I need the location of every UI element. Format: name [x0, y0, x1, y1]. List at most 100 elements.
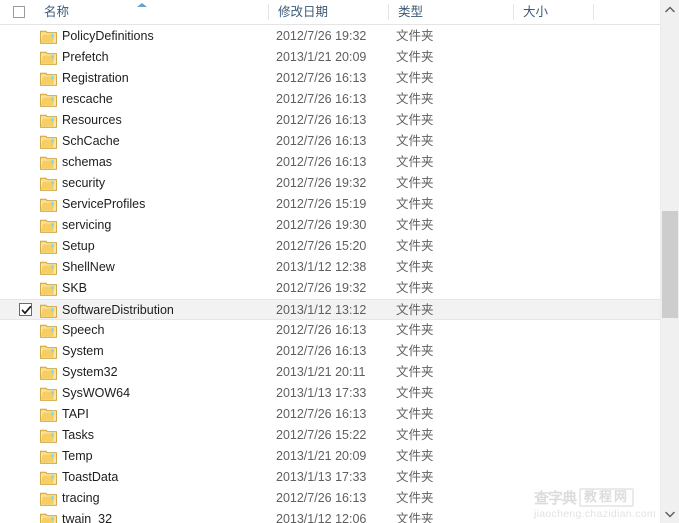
column-divider-3[interactable]: [513, 4, 514, 20]
chevron-up-icon[interactable]: [661, 0, 679, 18]
row-type-cell: 文件夹: [396, 71, 434, 85]
table-row[interactable]: Registration 2012/7/26 16:13 文件夹: [0, 68, 660, 89]
table-row[interactable]: tracing 2012/7/26 16:13 文件夹: [0, 488, 660, 509]
row-name-cell: schemas: [62, 155, 113, 169]
row-size-cell: [520, 300, 580, 321]
row-type-cell: 文件夹: [396, 386, 434, 400]
folder-icon: [40, 407, 57, 422]
table-row[interactable]: security 2012/7/26 19:32 文件夹: [0, 173, 660, 194]
chevron-down-icon[interactable]: [661, 505, 679, 523]
row-size-cell: [520, 236, 580, 257]
column-header-name[interactable]: 名称: [36, 0, 266, 24]
row-date-cell: 2013/1/13 17:33: [276, 386, 367, 400]
row-date-cell: 2012/7/26 16:13: [276, 323, 367, 337]
table-row[interactable]: TAPI 2012/7/26 16:13 文件夹: [0, 404, 660, 425]
table-row[interactable]: System32 2013/1/21 20:11 文件夹: [0, 362, 660, 383]
column-divider-2[interactable]: [388, 4, 389, 20]
row-name-cell: Registration: [62, 71, 129, 85]
row-name-cell: SchCache: [62, 134, 120, 148]
table-row[interactable]: Tasks 2012/7/26 15:22 文件夹: [0, 425, 660, 446]
column-header-date-modified-label: 修改日期: [278, 5, 329, 19]
scrollbar-thumb[interactable]: [662, 211, 678, 318]
row-name-cell: TAPI: [62, 407, 89, 421]
folder-icon: [40, 155, 57, 170]
row-date-cell: 2012/7/26 19:30: [276, 218, 367, 232]
row-type-cell: 文件夹: [396, 155, 434, 169]
folder-icon: [40, 512, 57, 523]
row-name-cell: Prefetch: [62, 50, 109, 64]
column-header-type[interactable]: 类型: [390, 0, 512, 24]
select-all-checkbox[interactable]: [13, 6, 25, 18]
row-size-cell: [520, 509, 580, 523]
row-name-cell: ShellNew: [62, 260, 115, 274]
row-date-cell: 2012/7/26 15:22: [276, 428, 367, 442]
row-date-cell: 2013/1/12 12:38: [276, 260, 367, 274]
row-type-cell: 文件夹: [396, 176, 434, 190]
row-checkbox[interactable]: [19, 303, 32, 316]
row-size-cell: [520, 47, 580, 68]
table-row[interactable]: ShellNew 2013/1/12 12:38 文件夹: [0, 257, 660, 278]
row-type-cell: 文件夹: [396, 512, 434, 523]
folder-icon: [40, 449, 57, 464]
folder-icon: [40, 113, 57, 128]
row-date-cell: 2013/1/12 12:06: [276, 512, 367, 523]
row-name-cell: servicing: [62, 218, 112, 232]
row-date-cell: 2012/7/26 16:13: [276, 71, 367, 85]
vertical-scrollbar[interactable]: [660, 0, 679, 523]
row-date-cell: 2012/7/26 16:13: [276, 407, 367, 421]
table-row[interactable]: SysWOW64 2013/1/13 17:33 文件夹: [0, 383, 660, 404]
row-type-cell: 文件夹: [396, 239, 434, 253]
row-name-cell: Setup: [62, 239, 95, 253]
table-row[interactable]: Speech 2012/7/26 16:13 文件夹: [0, 320, 660, 341]
table-row[interactable]: Temp 2013/1/21 20:09 文件夹: [0, 446, 660, 467]
row-type-cell: 文件夹: [396, 323, 434, 337]
row-name-cell: SKB: [62, 281, 88, 295]
folder-icon: [40, 92, 57, 107]
folder-icon: [40, 323, 57, 338]
scrollbar-track[interactable]: [661, 18, 679, 505]
table-row[interactable]: PolicyDefinitions 2012/7/26 19:32 文件夹: [0, 26, 660, 47]
table-row[interactable]: ToastData 2013/1/13 17:33 文件夹: [0, 467, 660, 488]
row-name-cell: Speech: [62, 323, 105, 337]
column-divider-4[interactable]: [593, 4, 594, 20]
file-list-rows: PolicyDefinitions 2012/7/26 19:32 文件夹 Prefe…: [0, 26, 660, 523]
row-type-cell: 文件夹: [396, 50, 434, 64]
column-header-size[interactable]: 大小: [515, 0, 591, 24]
row-size-cell: [520, 257, 580, 278]
row-size-cell: [520, 488, 580, 509]
column-divider-1[interactable]: [268, 4, 269, 20]
folder-icon: [40, 134, 57, 149]
folder-icon: [40, 365, 57, 380]
row-name-cell: twain_32: [62, 512, 113, 523]
row-size-cell: [520, 467, 580, 488]
table-row[interactable]: Setup 2012/7/26 15:20 文件夹: [0, 236, 660, 257]
row-type-cell: 文件夹: [396, 260, 434, 274]
table-row[interactable]: SKB 2012/7/26 19:32 文件夹: [0, 278, 660, 299]
row-type-cell: 文件夹: [396, 218, 434, 232]
column-header-bar: 名称 修改日期 类型 大小: [0, 0, 660, 25]
table-row[interactable]: twain_32 2013/1/12 12:06 文件夹: [0, 509, 660, 523]
row-size-cell: [520, 425, 580, 446]
row-name-cell: System32: [62, 365, 118, 379]
folder-icon: [40, 303, 57, 318]
row-size-cell: [520, 341, 580, 362]
table-row[interactable]: Prefetch 2013/1/21 20:09 文件夹: [0, 47, 660, 68]
row-type-cell: 文件夹: [396, 92, 434, 106]
table-row[interactable]: SoftwareDistribution 2013/1/12 13:12 文件夹: [0, 299, 660, 320]
column-header-date-modified[interactable]: 修改日期: [270, 0, 386, 24]
table-row[interactable]: rescache 2012/7/26 16:13 文件夹: [0, 89, 660, 110]
table-row[interactable]: Resources 2012/7/26 16:13 文件夹: [0, 110, 660, 131]
table-row[interactable]: ServiceProfiles 2012/7/26 15:19 文件夹: [0, 194, 660, 215]
folder-icon: [40, 197, 57, 212]
row-date-cell: 2013/1/21 20:11: [276, 365, 366, 379]
table-row[interactable]: System 2012/7/26 16:13 文件夹: [0, 341, 660, 362]
row-date-cell: 2012/7/26 16:13: [276, 344, 367, 358]
row-size-cell: [520, 383, 580, 404]
table-row[interactable]: schemas 2012/7/26 16:13 文件夹: [0, 152, 660, 173]
row-name-cell: System: [62, 344, 104, 358]
row-date-cell: 2012/7/26 16:13: [276, 134, 367, 148]
row-size-cell: [520, 362, 580, 383]
table-row[interactable]: servicing 2012/7/26 19:30 文件夹: [0, 215, 660, 236]
table-row[interactable]: SchCache 2012/7/26 16:13 文件夹: [0, 131, 660, 152]
row-name-cell: security: [62, 176, 106, 190]
